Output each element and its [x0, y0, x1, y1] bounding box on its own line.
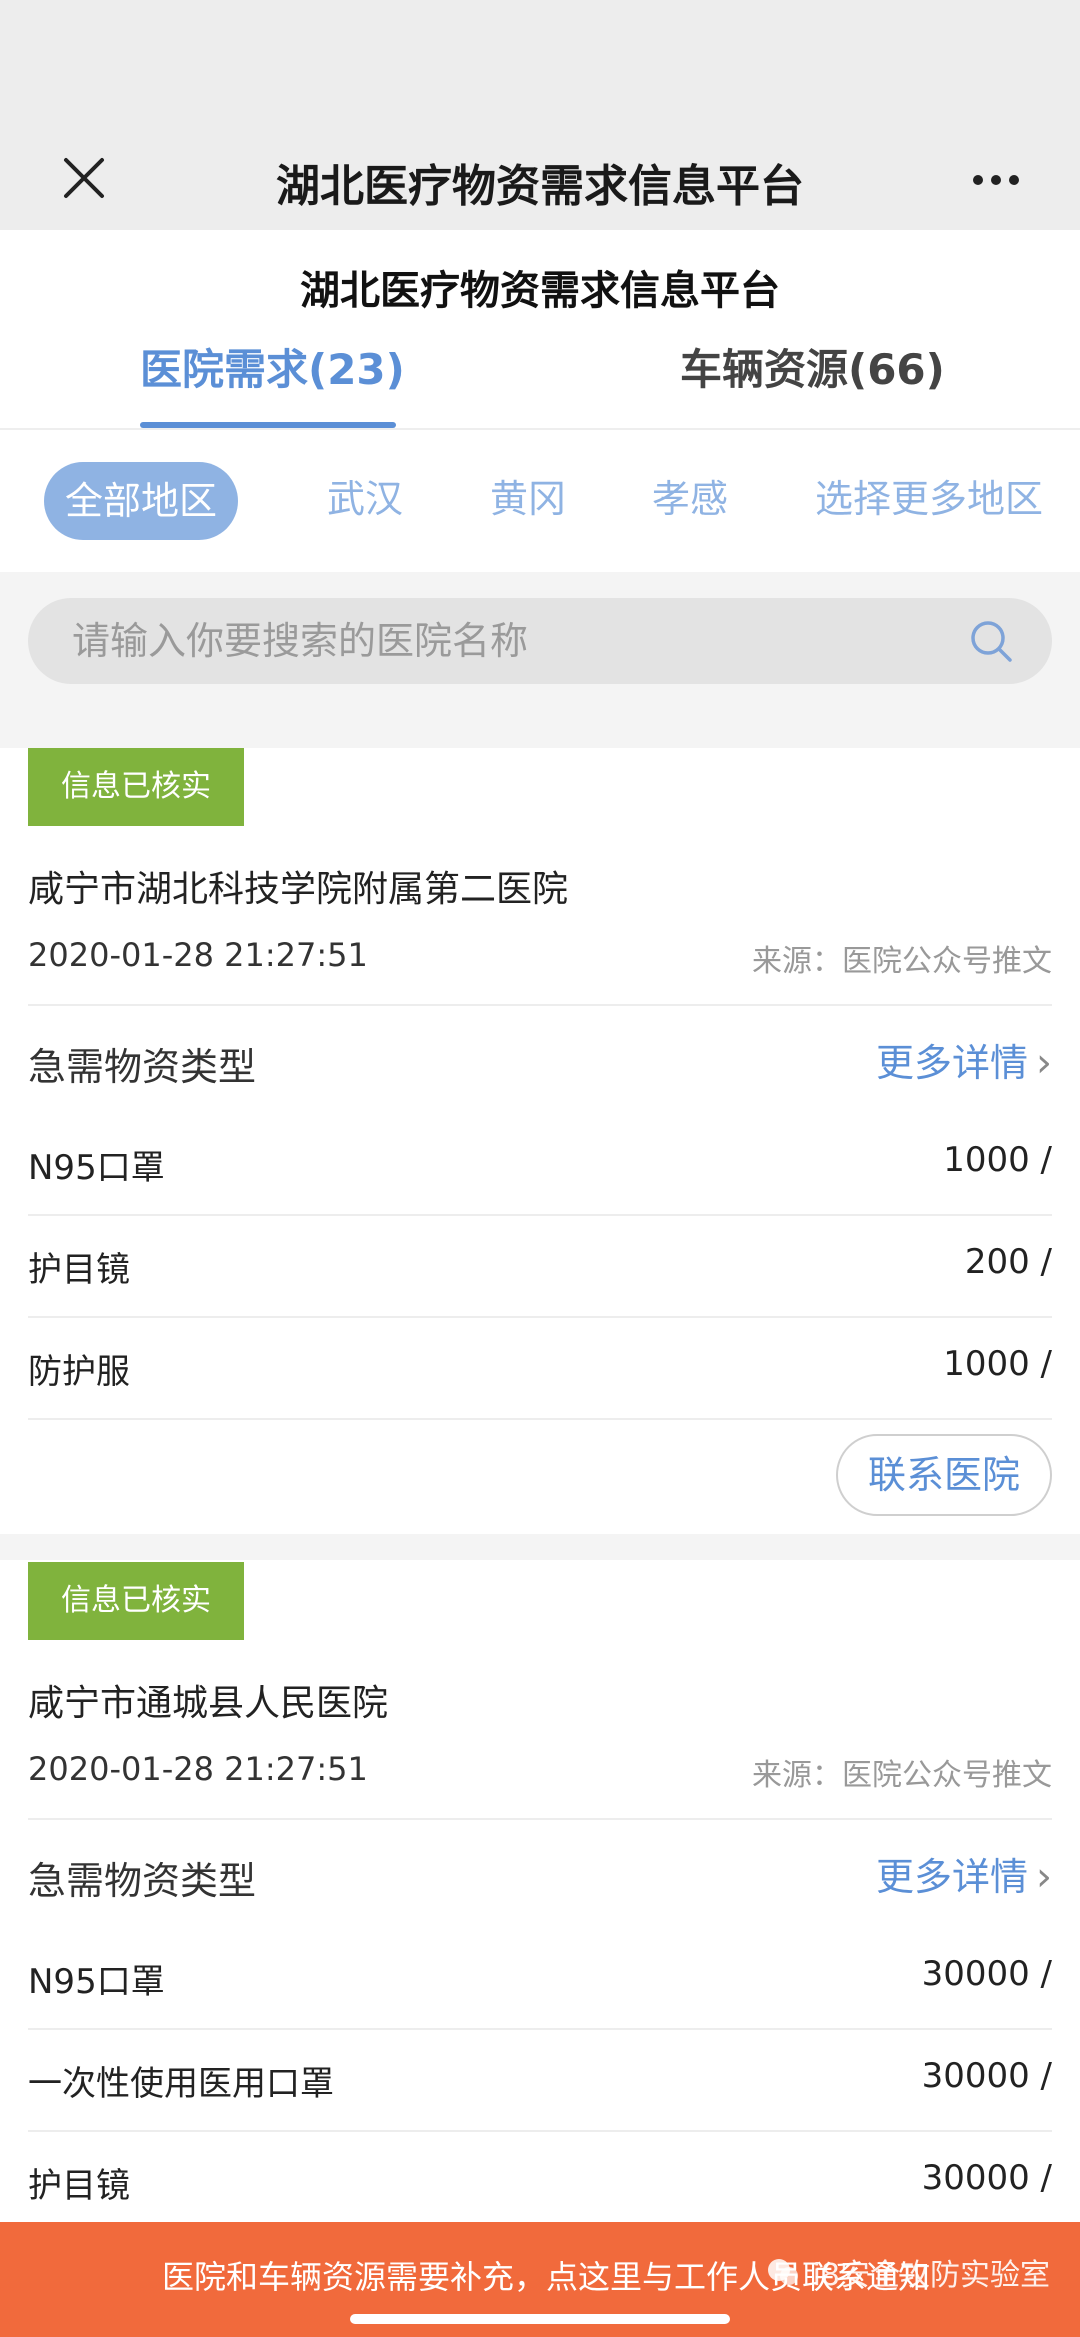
supply-item-qty: 1000 / [943, 1140, 1052, 1180]
tab-hospital-demand[interactable]: 医院需求(23) [140, 336, 405, 397]
supply-item-name: N95口罩 [28, 1962, 165, 2002]
watermark: i8安全攻防实验室 [763, 2250, 1050, 2294]
search-box [28, 598, 1052, 684]
supply-item-name: 护目镜 [28, 2166, 130, 2206]
supply-item-qty: 200 / [964, 1242, 1052, 1282]
tab-bar: 医院需求(23) 车辆资源(66) [0, 330, 1080, 430]
supply-item-name: 护目镜 [28, 1250, 130, 1290]
search-area [0, 572, 1080, 748]
region-xiaogan[interactable]: 孝感 [652, 468, 728, 523]
region-wuhan[interactable]: 武汉 [327, 468, 403, 523]
hospital-card: 信息已核实 咸宁市湖北科技学院附属第二医院 2020-01-28 21:27:5… [0, 748, 1080, 1528]
more-details-link[interactable]: 更多详情 › [876, 1032, 1052, 1087]
page-title: 湖北医疗物资需求信息平台 [300, 268, 780, 314]
post-date: 2020-01-28 21:27:51 [28, 1750, 368, 1788]
watermark-text: i8安全攻防实验室 [812, 2258, 1050, 2293]
divider [28, 1004, 1052, 1006]
divider [28, 1418, 1052, 1420]
more-details-link[interactable]: 更多详情 › [876, 1846, 1052, 1901]
chevron-right-icon: › [1036, 1854, 1052, 1900]
search-input[interactable] [72, 598, 952, 684]
supply-item: 防护服 1000 / [0, 1316, 1080, 1416]
nav-bar: 湖北医疗物资需求信息平台 [0, 130, 1080, 230]
active-tab-indicator [140, 422, 396, 428]
post-date: 2020-01-28 21:27:51 [28, 936, 368, 974]
supply-item-qty: 30000 / [921, 1954, 1052, 1994]
verified-badge: 信息已核实 [28, 1562, 244, 1640]
supply-item: 护目镜 30000 / [0, 2130, 1080, 2230]
source-label: 来源：医院公众号推文 [752, 944, 1052, 979]
search-icon[interactable] [966, 616, 1018, 668]
supply-item: 一次性使用医用口罩 30000 / [0, 2028, 1080, 2128]
card-gap [0, 1534, 1080, 1560]
more-details-label: 更多详情 [875, 1855, 1028, 1899]
supply-item: N95口罩 30000 / [0, 1926, 1080, 2026]
nav-title: 湖北医疗物资需求信息平台 [276, 161, 804, 212]
region-more[interactable]: 选择更多地区 [815, 468, 1043, 523]
wechat-logo-icon [767, 2259, 798, 2285]
supply-type-label: 急需物资类型 [28, 1045, 257, 1089]
supply-item: 护目镜 200 / [0, 1214, 1080, 1314]
hospital-name: 咸宁市湖北科技学院附属第二医院 [28, 869, 569, 910]
hospital-card: 信息已核实 咸宁市通城县人民医院 2020-01-28 21:27:51 来源：… [0, 1562, 1080, 2222]
supply-item-name: 防护服 [28, 1352, 130, 1392]
more-options-icon[interactable] [964, 148, 1028, 212]
supply-item-name: 一次性使用医用口罩 [28, 2064, 334, 2104]
tab-vehicle-resources[interactable]: 车辆资源(66) [680, 336, 945, 397]
hospital-name: 咸宁市通城县人民医院 [28, 1683, 389, 1724]
supply-item-qty: 1000 / [943, 1344, 1052, 1384]
supply-item-qty: 30000 / [921, 2056, 1052, 2096]
region-huanggang[interactable]: 黄冈 [490, 468, 566, 523]
chevron-right-icon: › [1036, 1040, 1052, 1086]
verified-badge: 信息已核实 [28, 748, 244, 826]
status-bar [0, 0, 1080, 130]
supply-item: N95口罩 1000 / [0, 1112, 1080, 1212]
home-indicator[interactable] [350, 2314, 730, 2324]
region-all[interactable]: 全部地区 [44, 462, 238, 540]
divider [28, 1818, 1052, 1820]
supply-item-qty: 30000 / [921, 2158, 1052, 2198]
more-details-label: 更多详情 [875, 1041, 1028, 1085]
region-filter: 全部地区 武汉 黄冈 孝感 选择更多地区 [0, 432, 1080, 572]
supply-type-label: 急需物资类型 [28, 1859, 257, 1903]
supply-item-name: N95口罩 [28, 1148, 165, 1188]
source-label: 来源：医院公众号推文 [752, 1758, 1052, 1793]
contact-hospital-button[interactable]: 联系医院 [836, 1434, 1052, 1516]
